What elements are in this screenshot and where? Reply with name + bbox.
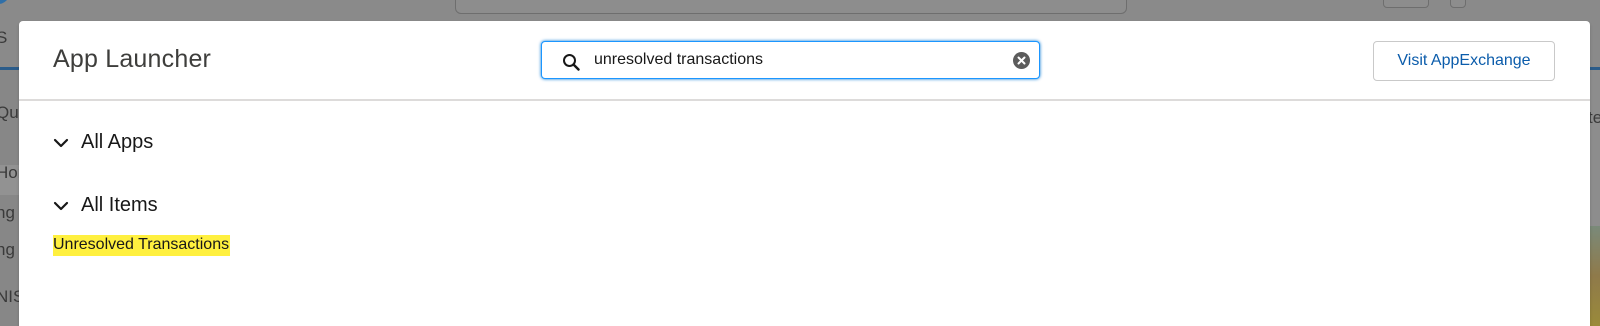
clear-search-icon[interactable] xyxy=(1013,52,1030,69)
visit-appexchange-button[interactable]: Visit AppExchange xyxy=(1373,41,1555,81)
search-input[interactable] xyxy=(594,42,994,78)
background-toolbar-button xyxy=(1383,0,1429,8)
background-fragment-4: ng xyxy=(0,240,15,259)
background-fragment-3: ng xyxy=(0,203,15,222)
section-label: All Items xyxy=(81,194,158,216)
section-label: All Apps xyxy=(81,131,154,153)
chevron-down-icon xyxy=(53,135,69,151)
result-item-unresolved-transactions[interactable]: Unresolved Transactions xyxy=(53,235,231,256)
background-global-search xyxy=(455,0,1127,14)
app-launcher-modal: App Launcher Visit AppExchange xyxy=(19,21,1590,326)
chevron-down-icon xyxy=(53,198,69,214)
background-toolbar-icon xyxy=(1450,0,1466,8)
search-icon xyxy=(562,53,580,71)
modal-header: App Launcher Visit AppExchange xyxy=(19,21,1590,101)
search-box[interactable] xyxy=(541,41,1040,79)
background-right-image xyxy=(1590,226,1600,326)
background-nav-text: S xyxy=(0,28,8,47)
section-all-apps[interactable]: All Apps xyxy=(53,131,153,154)
section-all-items[interactable]: All Items xyxy=(53,194,158,217)
modal-title: App Launcher xyxy=(53,45,212,73)
